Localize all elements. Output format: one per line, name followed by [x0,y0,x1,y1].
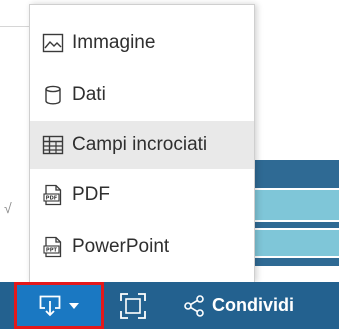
ppt-file-icon: PPT [42,236,64,258]
canvas: √ Immagine Dati Campi incrociati PDF PDF… [0,0,339,329]
menu-item-label: PDF [72,184,110,205]
chart-bar [255,160,339,188]
dashboard-background [0,0,30,282]
download-menu: Immagine Dati Campi incrociati PDF PDF P… [29,4,255,282]
menu-item-label: Immagine [72,32,156,53]
background-bar-chart [255,160,339,278]
menu-item-label: PowerPoint [72,236,170,257]
pdf-file-icon: PDF [42,184,64,206]
menu-item-label: Campi incrociati [72,134,208,155]
chart-bar [255,222,339,228]
svg-text:PDF: PDF [46,196,58,202]
share-button[interactable]: Condividi [182,282,294,329]
fullscreen-icon [119,292,147,320]
menu-item-powerpoint[interactable]: PPT PowerPoint [30,223,254,271]
crosstab-icon [42,134,64,156]
share-icon [182,294,206,318]
dashboard-divider [0,26,30,27]
image-icon [42,32,64,54]
bottom-toolbar: Condividi [0,282,339,329]
download-button[interactable] [14,282,104,329]
dashboard-axis-glyph: √ [4,200,12,216]
menu-item-data[interactable]: Dati [30,71,254,119]
database-icon [42,84,64,106]
chevron-down-icon [67,301,81,311]
download-icon [37,293,63,319]
menu-item-image[interactable]: Immagine [30,19,254,67]
share-label: Condividi [212,295,294,315]
menu-item-crosstab[interactable]: Campi incrociati [30,121,254,169]
menu-item-label: Dati [72,84,106,105]
fullscreen-button[interactable] [118,291,148,321]
chart-bar [255,230,339,256]
chart-bar [255,258,339,266]
svg-text:PPT: PPT [46,248,58,254]
menu-item-pdf[interactable]: PDF PDF [30,171,254,219]
chart-bar [255,190,339,220]
